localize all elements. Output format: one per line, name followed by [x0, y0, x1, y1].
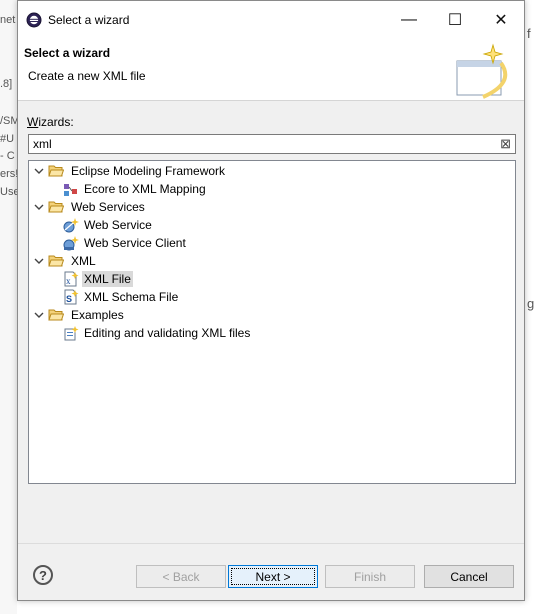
maximize-button[interactable]: ☐: [432, 1, 478, 39]
back-button[interactable]: < Back: [136, 565, 226, 588]
wizard-header: Select a wizard Create a new XML file: [18, 39, 524, 101]
window-title: Select a wizard: [48, 13, 130, 27]
bg-fragment: #U: [0, 133, 15, 145]
finish-button[interactable]: Finish: [325, 565, 415, 588]
tree-category-examples[interactable]: Examples: [33, 306, 126, 324]
button-bar-divider: [18, 543, 524, 544]
clear-filter-icon[interactable]: ⊠: [500, 136, 511, 152]
title-bar[interactable]: Select a wizard — ☐ ✕: [18, 1, 524, 39]
tree-item-label: Editing and validating XML files: [84, 326, 251, 340]
tree-item-web-service-client[interactable]: Web Service Client: [63, 234, 188, 252]
tree-item-xml-schema-file[interactable]: S XML Schema File: [63, 288, 180, 306]
tree-item-label: XML File: [82, 271, 133, 287]
tree-category-label: XML: [71, 254, 96, 268]
help-icon[interactable]: ?: [33, 565, 53, 585]
chevron-down-icon[interactable]: [33, 255, 45, 267]
minimize-button[interactable]: —: [386, 1, 432, 39]
bg-fragment: ers!: [0, 168, 19, 180]
tree-item-label: Ecore to XML Mapping: [84, 182, 206, 196]
open-folder-icon: [48, 309, 64, 321]
tree-item-xml-file[interactable]: x XML File: [63, 270, 133, 288]
xml-schema-file-icon: S: [64, 289, 79, 305]
tree-item-web-service[interactable]: Web Service: [63, 216, 154, 234]
chevron-down-icon[interactable]: [33, 165, 45, 177]
tree-item-ecore-to-xml-mapping[interactable]: Ecore to XML Mapping: [63, 180, 208, 198]
background-left-panel: net .8] /SM #U - C ers! Use: [0, 0, 20, 614]
web-service-client-icon: [63, 236, 79, 251]
ecore-mapping-icon: [64, 184, 77, 196]
tree-category-eclipse-modeling-framework[interactable]: Eclipse Modeling Framework: [33, 162, 227, 180]
svg-text:S: S: [66, 294, 72, 304]
header-title: Select a wizard: [24, 46, 111, 60]
wizard-tree[interactable]: Eclipse Modeling Framework Ecore to XML …: [28, 160, 516, 484]
next-button[interactable]: Next >: [228, 565, 318, 588]
tree-item-label: Web Service Client: [84, 236, 186, 250]
tree-category-label: Eclipse Modeling Framework: [71, 164, 226, 178]
bg-fragment: net: [0, 14, 16, 26]
cancel-button[interactable]: Cancel: [424, 565, 514, 588]
chevron-down-icon[interactable]: [33, 201, 45, 213]
select-wizard-dialog: Select a wizard — ☐ ✕ Select a wizard Cr…: [17, 0, 525, 601]
svg-text:x: x: [66, 276, 71, 286]
tree-item-label: XML Schema File: [84, 290, 179, 304]
open-folder-icon: [48, 201, 64, 213]
xml-file-icon: x: [64, 271, 79, 287]
wizard-banner-icon: [456, 43, 508, 99]
tree-item-label: Web Service: [84, 218, 152, 232]
open-folder-icon: [48, 165, 64, 177]
web-service-icon: [63, 218, 79, 233]
example-icon: [64, 326, 79, 341]
tree-category-label: Web Services: [71, 200, 145, 214]
bg-fragment: - C: [0, 150, 15, 162]
chevron-down-icon[interactable]: [33, 309, 45, 321]
open-folder-icon: [48, 255, 64, 267]
wizard-filter-input[interactable]: xml ⊠: [28, 134, 516, 154]
bg-fragment: .8]: [0, 78, 13, 90]
background-right-panel: f g: [525, 0, 535, 614]
tree-category-xml[interactable]: XML: [33, 252, 98, 270]
filter-value: xml: [33, 137, 52, 151]
eclipse-app-icon: [26, 12, 42, 28]
bg-fragment: f: [527, 26, 531, 41]
tree-category-web-services[interactable]: Web Services: [33, 198, 147, 216]
wizards-label-text: izards:: [38, 115, 74, 129]
header-description: Create a new XML file: [28, 69, 146, 83]
bg-fragment: g: [527, 296, 535, 311]
wizards-label: Wizards:: [27, 115, 74, 129]
tree-category-label: Examples: [71, 308, 124, 322]
wizards-label-mnemonic: W: [27, 115, 39, 129]
tree-item-editing-and-validating-xml-files[interactable]: Editing and validating XML files: [63, 324, 252, 342]
close-button[interactable]: ✕: [478, 1, 524, 39]
